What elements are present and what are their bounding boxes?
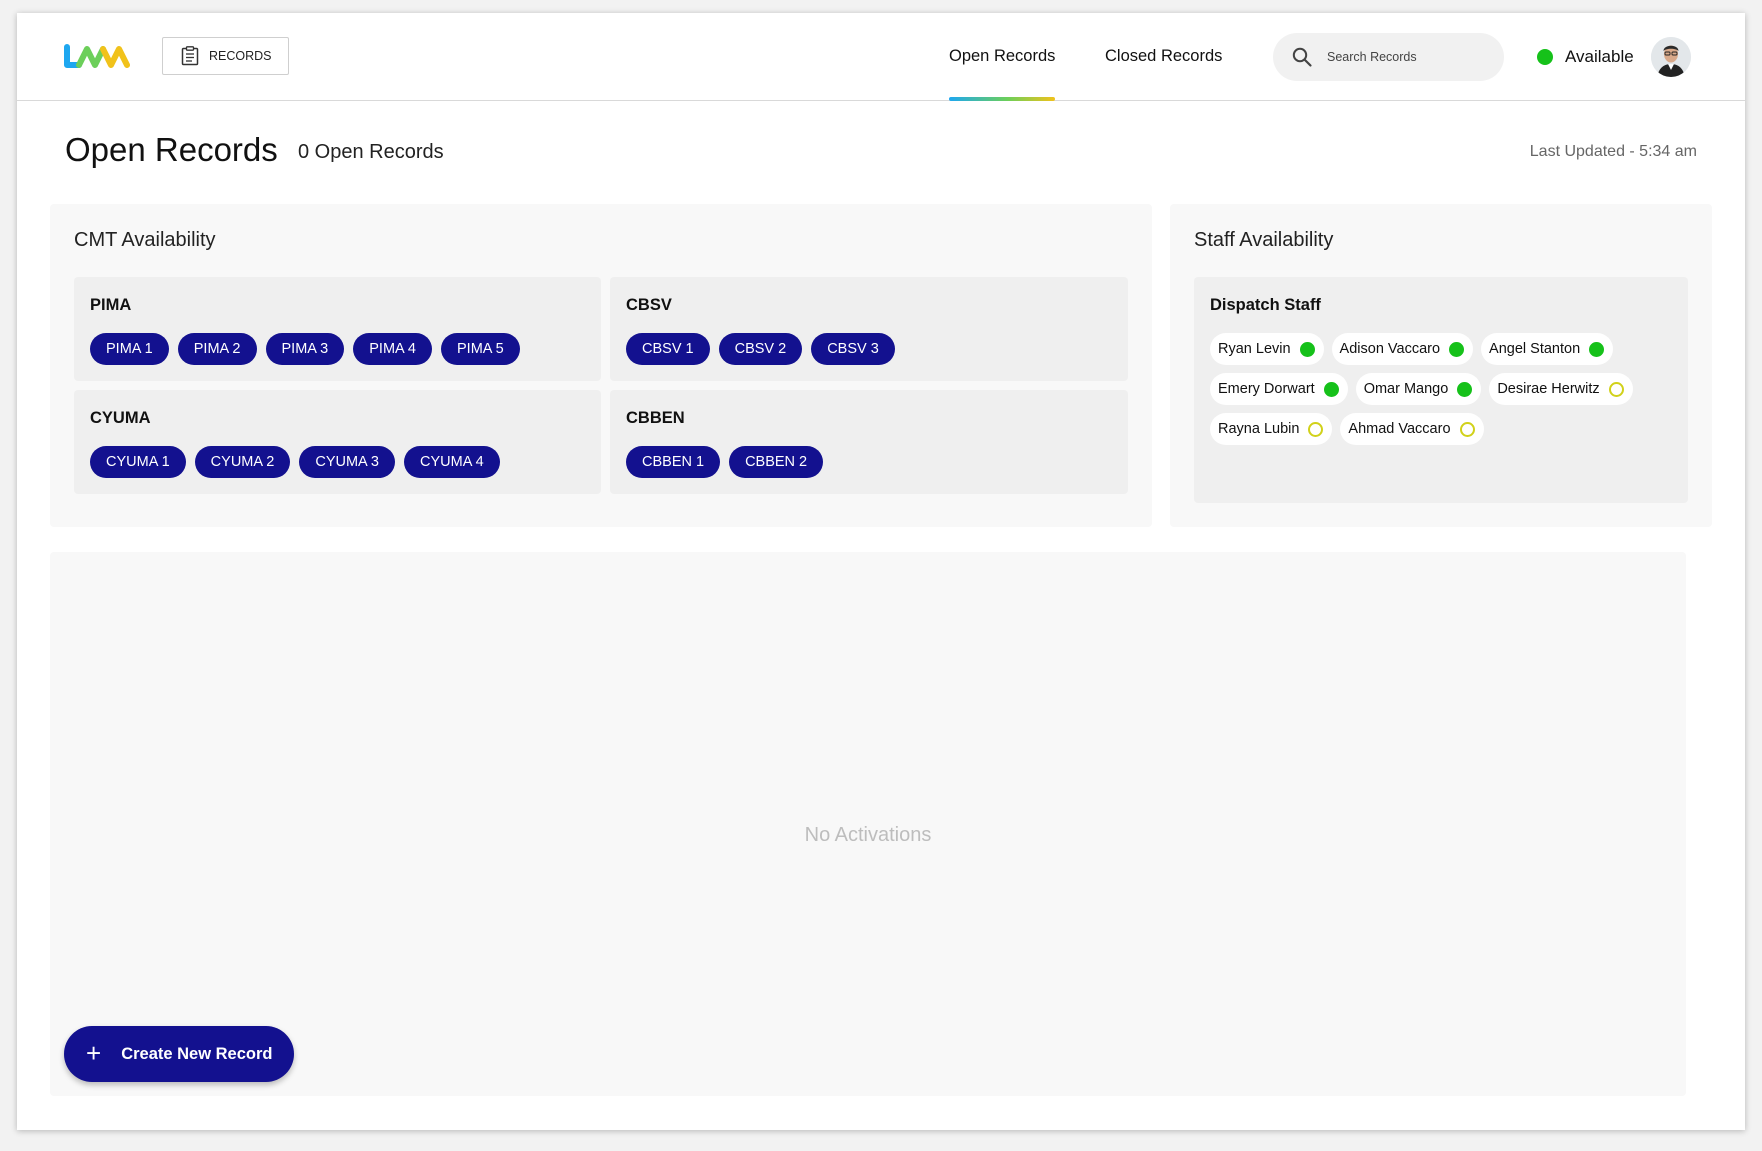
dispatch-staff-title: Dispatch Staff [1210,296,1321,314]
unit-chip-cbsv-2[interactable]: CBSV 2 [718,333,803,365]
staff-name: Angel Stanton [1489,341,1581,357]
staff-chip[interactable]: Angel Stanton [1481,333,1614,365]
search-box[interactable] [1273,33,1504,81]
app-window: RECORDS Open Records Closed Records Avai… [17,13,1745,1130]
open-records-count: 0 Open Records [298,141,444,163]
records-button-label: RECORDS [209,49,272,63]
create-new-record-label: Create New Record [121,1044,273,1063]
away-status-icon [1308,421,1324,437]
group-title: CBSV [626,296,672,314]
group-title: CBBEN [626,409,685,427]
staff-availability-title: Staff Availability [1194,229,1334,251]
available-status-icon [1589,341,1605,357]
group-title: CYUMA [90,409,151,427]
search-icon [1292,47,1312,67]
unit-chip-cbsv-3[interactable]: CBSV 3 [811,333,895,365]
available-status-icon [1457,381,1473,397]
cmt-group-cbsv: CBSV CBSV 1 CBSV 2 CBSV 3 [610,277,1128,381]
staff-chip[interactable]: Ryan Levin [1210,333,1324,365]
tab-open-records-label: Open Records [949,47,1056,65]
cmt-group-pima: PIMA PIMA 1 PIMA 2 PIMA 3 PIMA 4 PIMA 5 [74,277,601,381]
staff-chip[interactable]: Omar Mango [1355,373,1482,405]
unit-chip-pima-4[interactable]: PIMA 4 [353,333,432,365]
unit-chip-cyuma-1[interactable]: CYUMA 1 [90,446,186,478]
staff-name: Omar Mango [1363,381,1449,397]
unit-chip-cbben-1[interactable]: CBBEN 1 [626,446,721,478]
plus-icon: + [86,1038,102,1068]
available-status-icon [1449,341,1465,357]
unit-chip-pima-3[interactable]: PIMA 3 [265,333,345,365]
last-updated-text: Last Updated - 5:34 am [1529,143,1697,160]
staff-name: Emery Dorwart [1218,381,1315,397]
tab-closed-records-label: Closed Records [1105,47,1223,65]
staff-chip[interactable]: Desirae Herwitz [1489,373,1633,405]
user-avatar-icon [1651,37,1691,77]
staff-name: Ryan Levin [1218,341,1291,357]
dispatch-staff-group: Dispatch Staff Ryan Levin Adison Vaccaro… [1194,277,1688,503]
staff-name: Ahmad Vaccaro [1348,421,1451,437]
unit-chip-cyuma-3[interactable]: CYUMA 3 [299,446,396,478]
staff-chip[interactable]: Emery Dorwart [1210,373,1348,405]
activations-area: No Activations [50,552,1686,1096]
group-title: PIMA [90,296,132,314]
empty-state-message: No Activations [804,824,932,846]
status-dot-icon [1537,48,1553,65]
unit-chip-cyuma-4[interactable]: CYUMA 4 [404,446,500,478]
available-status-icon [1299,341,1315,357]
away-status-icon [1608,381,1624,397]
staff-chip[interactable]: Rayna Lubin [1210,413,1333,445]
unit-chip-pima-1[interactable]: PIMA 1 [90,333,169,365]
clipboard-icon [181,46,199,66]
staff-name: Rayna Lubin [1218,421,1300,437]
tab-closed-records[interactable]: Closed Records [1105,13,1222,100]
avatar[interactable] [1651,37,1691,77]
away-status-icon [1459,421,1475,437]
cmt-availability-panel: CMT Availability PIMA PIMA 1 PIMA 2 PIMA… [50,204,1152,527]
unit-chip-pima-2[interactable]: PIMA 2 [177,333,257,365]
top-bar: RECORDS Open Records Closed Records Avai… [17,13,1745,101]
records-button[interactable]: RECORDS [162,37,289,75]
cmt-group-cbben: CBBEN CBBEN 1 CBBEN 2 [610,390,1128,494]
app-logo[interactable] [63,43,131,71]
staff-availability-panel: Staff Availability Dispatch Staff Ryan L… [1170,204,1712,527]
unit-chip-pima-5[interactable]: PIMA 5 [441,333,520,365]
tab-open-records[interactable]: Open Records [949,13,1056,101]
create-new-record-button[interactable]: + Create New Record [64,1026,294,1082]
staff-name: Desirae Herwitz [1497,381,1600,397]
search-input[interactable] [1325,49,1489,65]
cmt-availability-title: CMT Availability [74,229,216,251]
unit-chip-cbben-2[interactable]: CBBEN 2 [729,446,824,478]
available-status-icon [1323,381,1339,397]
staff-chip[interactable]: Ahmad Vaccaro [1340,413,1484,445]
unit-chip-cbsv-1[interactable]: CBSV 1 [626,333,710,365]
user-status[interactable]: Available [1537,13,1634,100]
cmt-group-cyuma: CYUMA CYUMA 1 CYUMA 2 CYUMA 3 CYUMA 4 [74,390,601,494]
status-label: Available [1565,46,1634,66]
unit-chip-cyuma-2[interactable]: CYUMA 2 [194,446,291,478]
staff-chip[interactable]: Adison Vaccaro [1331,333,1474,365]
staff-name: Adison Vaccaro [1339,341,1441,357]
page-title: Open Records [65,131,278,168]
